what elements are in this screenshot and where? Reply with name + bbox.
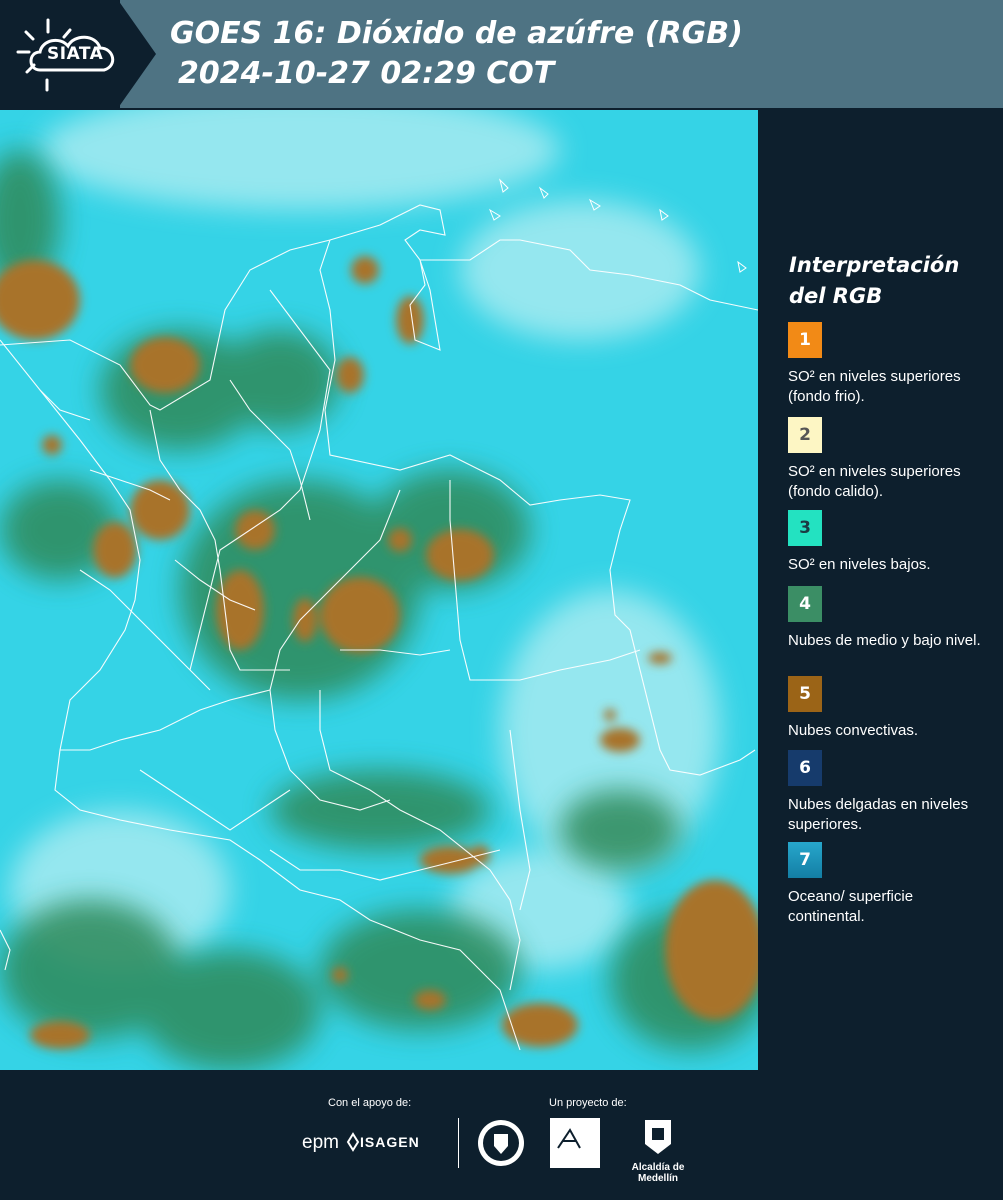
legend-swatch-4: 4 — [788, 586, 822, 622]
legend-swatch-5: 5 — [788, 676, 822, 712]
page-timestamp: 2024-10-27 02:29 COT — [178, 56, 555, 91]
satellite-map[interactable] — [0, 110, 758, 1070]
legend-item-5: 5 Nubes convectivas. — [788, 676, 988, 741]
legend-item-4: 4 Nubes de medio y bajo nivel. — [788, 586, 988, 651]
legend-item-3: 3 SO² en niveles bajos. — [788, 510, 988, 575]
legend-item-7: 7 Oceano/ superficie continental. — [788, 842, 988, 927]
legend-item-1: 1 SO² en niveles superiores (fondo frio)… — [788, 322, 988, 407]
footer-divider — [458, 1118, 459, 1168]
legend-label-4: Nubes de medio y bajo nivel. — [788, 632, 981, 649]
header-notch — [118, 0, 156, 108]
legend-label-3: SO² en niveles bajos. — [788, 556, 931, 573]
legend-title: Interpretación del RGB — [789, 253, 960, 308]
legend-swatch-3: 3 — [788, 510, 822, 546]
medellin-seal-icon — [478, 1120, 524, 1166]
header: SIATA GOES 16: Dióxido de azúfre (RGB) 2… — [0, 0, 1003, 110]
legend-label-1: SO² en niveles superiores (fondo frio). — [788, 368, 961, 405]
legend-swatch-7: 7 — [788, 842, 822, 878]
alcaldia-label: Alcaldía de Medellín — [631, 1162, 685, 1184]
logo-text: SIATA — [47, 44, 104, 64]
legend-item-6: 6 Nubes delgadas en niveles superiores. — [788, 750, 988, 835]
legend-panel: Interpretación del RGB 1 SO² en niveles … — [758, 110, 1003, 1070]
footer: Con el apoyo de: Un proyecto de: epm ISA… — [0, 1070, 1003, 1200]
isagen-logo: ISAGEN — [360, 1134, 420, 1150]
page-title: GOES 16: Dióxido de azúfre (RGB) — [170, 16, 743, 51]
legend-label-7: Oceano/ superficie continental. — [788, 888, 914, 925]
legend-label-5: Nubes convectivas. — [788, 722, 919, 739]
legend-swatch-1: 1 — [788, 322, 822, 358]
satellite-image — [0, 110, 758, 1070]
area-metropolitana-icon — [550, 1118, 600, 1168]
area-metropolitana-logo — [550, 1118, 600, 1172]
legend-swatch-2: 2 — [788, 417, 822, 453]
legend-swatch-6: 6 — [788, 750, 822, 786]
alcaldia-shield-icon — [645, 1120, 671, 1154]
legend-label-6: Nubes delgadas en niveles superiores. — [788, 796, 969, 833]
isagen-icon — [346, 1132, 360, 1152]
legend-label-2: SO² en niveles superiores (fondo calido)… — [788, 463, 961, 500]
legend-item-2: 2 SO² en niveles superiores (fondo calid… — [788, 417, 988, 502]
project-label: Un proyecto de: — [549, 1097, 627, 1109]
alcaldia-logo: Alcaldía de Medellín — [612, 1118, 704, 1184]
support-label: Con el apoyo de: — [328, 1097, 412, 1109]
epm-logo: epm — [302, 1132, 339, 1153]
